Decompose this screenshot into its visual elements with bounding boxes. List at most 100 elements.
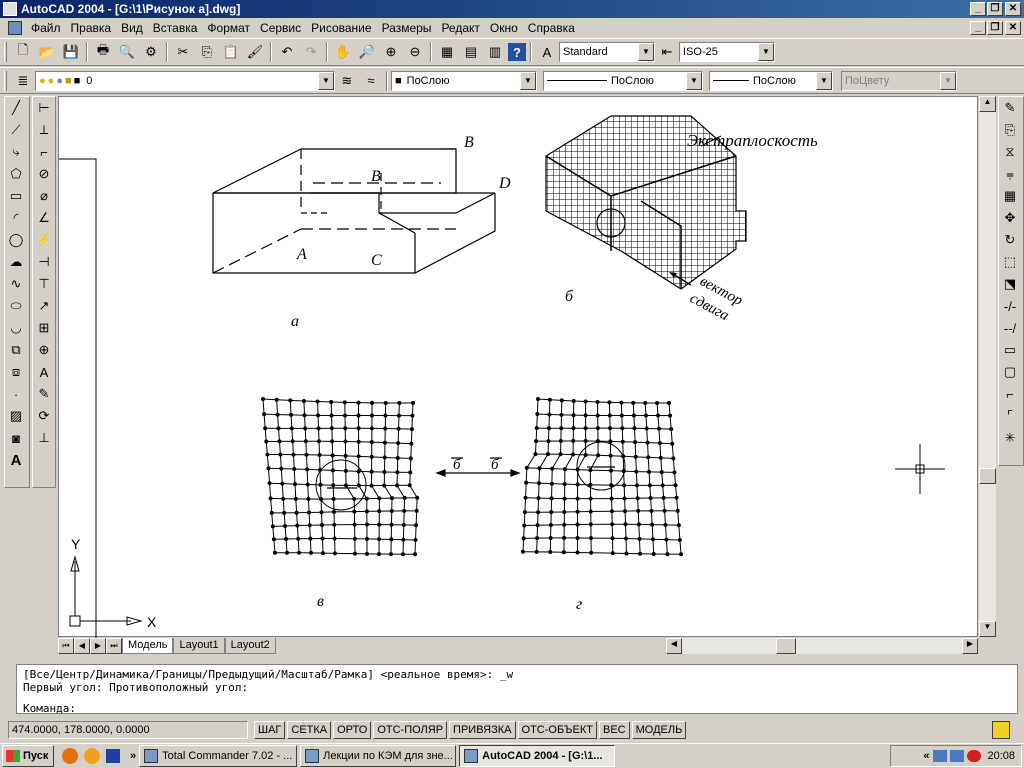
copy-object-icon[interactable]: ⎘ [999,119,1021,141]
prev-tab-button[interactable]: ◀ [74,638,90,654]
hatch-icon[interactable]: ▨ [5,405,27,427]
menu-file[interactable]: Файл [26,21,66,35]
fillet-icon[interactable]: ⌜ [999,405,1021,427]
firefox-icon[interactable] [62,748,78,764]
linetype-select[interactable]: ПоСлою ▼ [543,70,703,91]
tab-layout1[interactable]: Layout1 [173,638,225,654]
publish-icon[interactable]: ⚙ [140,41,162,63]
construction-line-icon[interactable]: ⟋ [5,119,27,141]
pan-icon[interactable]: ✋ [332,41,354,63]
redo-icon[interactable]: ↷ [300,41,322,63]
diameter-dim-icon[interactable]: ⌀ [33,185,55,207]
quick-dim-icon[interactable]: ⚡ [33,229,55,251]
network-icon[interactable] [933,750,948,762]
doc-minimize-button[interactable]: _ [970,21,986,35]
task-lectures-word[interactable]: Лекции по КЭМ для зне... [300,745,457,767]
make-current-layer-icon[interactable]: ≋ [336,70,358,92]
first-tab-button[interactable]: ⏮ [58,638,74,654]
chevron-down-icon[interactable]: ▼ [758,43,774,61]
ortho-button[interactable]: ОРТО [333,721,372,739]
horizontal-scrollbar[interactable]: ◀ ▶ [666,638,978,654]
menu-dimension[interactable]: Размеры [377,21,437,35]
chevron-down-icon[interactable]: ▼ [520,71,536,90]
otrack-button[interactable]: ОТС-ОБЪЕКТ [517,721,597,739]
scroll-right-button[interactable]: ▶ [962,638,978,654]
minimize-button[interactable]: _ [970,2,986,16]
line-icon[interactable]: ╱ [5,97,27,119]
lweight-button[interactable]: ВЕС [598,721,630,739]
zoom-window-icon[interactable]: ⊕ [380,41,402,63]
array-icon[interactable]: ▦ [999,185,1021,207]
print-icon[interactable]: 🖶 [92,41,114,63]
tab-model[interactable]: Модель [122,638,174,654]
dim-update-icon[interactable]: ⟳ [33,405,55,427]
quicklaunch-more[interactable]: » [130,750,136,762]
help-icon[interactable]: ? [508,43,526,61]
scroll-left-button[interactable]: ◀ [666,638,682,654]
aligned-dim-icon[interactable]: ⟂ [33,119,55,141]
snap-button[interactable]: ШАГ [254,721,286,739]
offset-icon[interactable]: ⩦ [999,163,1021,185]
tab-layout2[interactable]: Layout2 [224,638,276,654]
next-tab-button[interactable]: ▶ [90,638,106,654]
paste-icon[interactable]: 📋 [220,41,242,63]
circle-icon[interactable]: ◯ [5,229,27,251]
baseline-dim-icon[interactable]: ⊣ [33,251,55,273]
scroll-thumb[interactable] [979,468,996,484]
menu-modify[interactable]: Редакт [436,21,484,35]
osnap-button[interactable]: ПРИВЯЗКА [449,721,516,739]
leader-icon[interactable]: ↗ [33,295,55,317]
cut-icon[interactable]: ✂ [172,41,194,63]
scroll-up-button[interactable]: ▲ [979,96,996,112]
command-window[interactable]: [Все/Центр/Динамика/Границы/Предыдущий/М… [16,664,1018,715]
make-block-icon[interactable]: ⧈ [5,361,27,383]
rotate-icon[interactable]: ↻ [999,229,1021,251]
scroll-thumb[interactable] [776,638,796,654]
browser-icon[interactable] [84,748,100,764]
arc-icon[interactable]: ◜ [5,207,27,229]
layer-select[interactable]: ● ● ● ■ ■ 0 ▼ [35,70,335,91]
doc-close-button[interactable]: ✕ [1005,21,1021,35]
layer-previous-icon[interactable]: ≈ [360,70,382,92]
menu-tools[interactable]: Сервис [255,21,306,35]
dim-edit-icon[interactable]: A [33,361,55,383]
text-style-select[interactable]: Standard ▼ [559,42,655,62]
continue-dim-icon[interactable]: ⊤ [33,273,55,295]
properties-icon[interactable]: ▦ [436,41,458,63]
chevron-down-icon[interactable]: ▼ [686,71,702,90]
model-button[interactable]: МОДЕЛЬ [631,721,687,739]
drawing-canvas[interactable]: B B D A C а Экстраплоскость вектор сдвиг… [58,96,978,638]
dim-style-tool-icon[interactable]: ⊥ [33,427,55,449]
menu-view[interactable]: Вид [116,21,148,35]
polar-button[interactable]: ОТС-ПОЛЯР [373,721,448,739]
center-mark-icon[interactable]: ⊕ [33,339,55,361]
chevron-down-icon[interactable]: ▼ [638,43,654,61]
tool-palettes-icon[interactable]: ▥ [484,41,506,63]
tray-expand-button[interactable]: « [923,750,929,762]
chevron-down-icon[interactable]: ▼ [318,71,334,90]
undo-icon[interactable]: ↶ [276,41,298,63]
document-icon[interactable] [8,20,22,35]
zoom-realtime-icon[interactable]: 🔎 [356,41,378,63]
join-icon[interactable]: ▢ [999,361,1021,383]
coordinate-readout[interactable]: 474.0000, 178.0000, 0.0000 [8,721,248,739]
insert-block-icon[interactable]: ⧉ [5,339,27,361]
color-select[interactable]: ■ ПоСлою ▼ [391,70,537,91]
break-icon[interactable]: ▭ [999,339,1021,361]
toolbar-grip[interactable] [4,70,7,91]
multiline-text-icon[interactable]: A [5,449,27,471]
volume-icon[interactable] [967,750,982,762]
grid-button[interactable]: СЕТКА [287,721,332,739]
rectangle-icon[interactable]: ▭ [5,185,27,207]
chamfer-icon[interactable]: ⌐ [999,383,1021,405]
explode-icon[interactable]: ✳ [999,427,1021,449]
doc-restore-button[interactable]: ❐ [987,21,1003,35]
radius-dim-icon[interactable]: ⊘ [33,163,55,185]
tolerance-icon[interactable]: ⊞ [33,317,55,339]
new-icon[interactable]: 🗋 [12,41,34,63]
chevron-down-icon[interactable]: ▼ [816,71,832,90]
dim-text-edit-icon[interactable]: ✎ [33,383,55,405]
linear-dim-icon[interactable]: ⊢ [33,97,55,119]
lineweight-select[interactable]: ПоСлою ▼ [709,70,833,91]
polyline-icon[interactable]: ⤷ [5,141,27,163]
